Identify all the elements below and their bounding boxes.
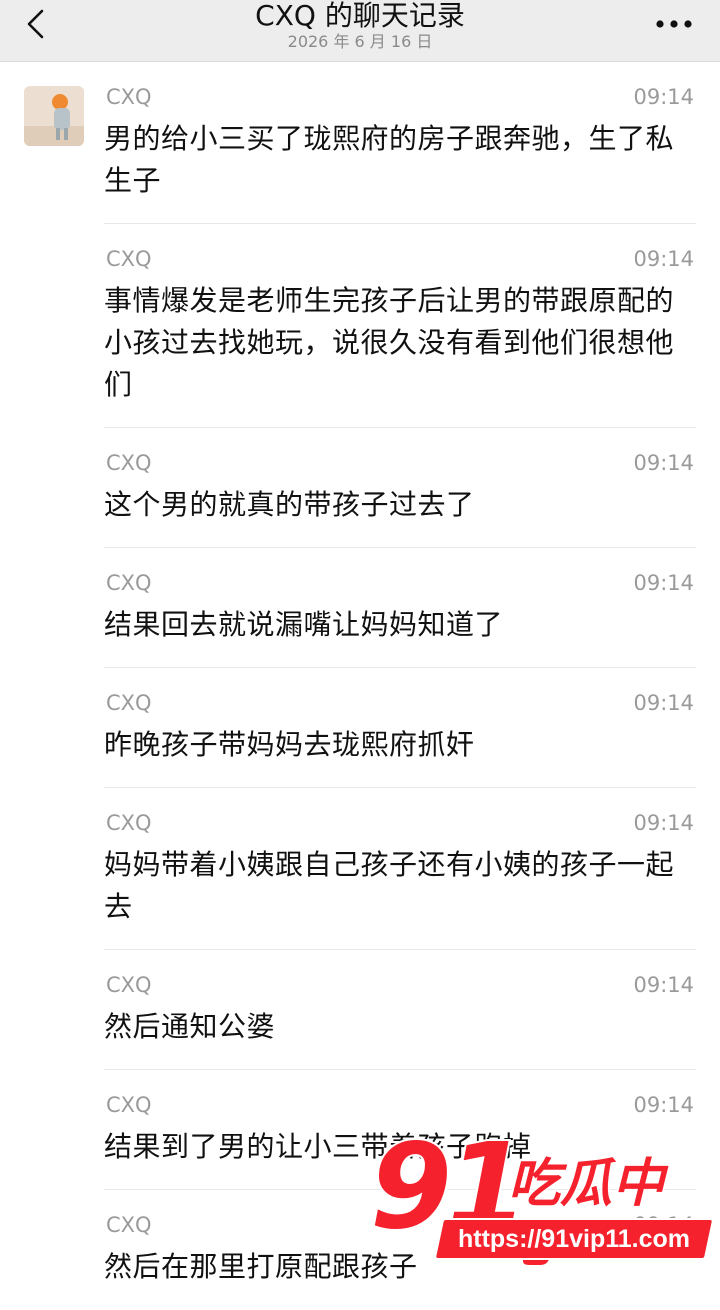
message-text: 妈妈带着小姨跟自己孩子还有小姨的孩子一起去 bbox=[104, 844, 694, 928]
watermark-url: https://91vip11.com bbox=[457, 1225, 691, 1253]
sender-name: CXQ bbox=[106, 1093, 152, 1117]
avatar-photo bbox=[24, 86, 84, 146]
page-date: 2026 年 6 月 16 日 bbox=[287, 32, 433, 51]
message-item[interactable]: CXQ 09:14 昨晚孩子带妈妈去珑熙府抓奸 bbox=[104, 668, 696, 788]
message-text: 男的给小三买了珑熙府的房子跟奔驰，生了私 生子 bbox=[104, 118, 694, 202]
message-item[interactable]: CXQ 09:14 妈妈带着小姨跟自己孩子还有小姨的孩子一起去 bbox=[104, 788, 696, 950]
sender-name: CXQ bbox=[106, 973, 152, 997]
message-line: 然后通知公婆 bbox=[104, 1010, 276, 1043]
message-line: 们 bbox=[104, 368, 133, 401]
watermark-logo: 91 吃瓜中心 https://91vip11.com bbox=[368, 1124, 715, 1276]
more-dots-icon bbox=[656, 20, 692, 28]
avatar[interactable] bbox=[24, 86, 84, 146]
more-button[interactable] bbox=[652, 8, 696, 38]
message-text: 结果回去就说漏嘴让妈妈知道了 bbox=[104, 604, 694, 646]
message-item[interactable]: CXQ 09:14 然后通知公婆 bbox=[104, 950, 696, 1070]
sender-name: CXQ bbox=[106, 1213, 152, 1237]
message-item[interactable]: CXQ 09:14 男的给小三买了珑熙府的房子跟奔驰，生了私 生子 bbox=[104, 62, 696, 224]
message-line: 这个男的就真的带孩子过去了 bbox=[104, 488, 475, 521]
sender-name: CXQ bbox=[106, 691, 152, 715]
message-line: 结果回去就说漏嘴让妈妈知道了 bbox=[104, 608, 504, 641]
message-time: 09:14 bbox=[633, 85, 694, 109]
message-line: 生子 bbox=[104, 164, 162, 197]
page-title: CXQ 的聊天记录 bbox=[255, 0, 465, 32]
message-line: 事情爆发是老师生完孩子后让男的带跟原配的 bbox=[104, 284, 675, 317]
message-time: 09:14 bbox=[633, 973, 694, 997]
message-time: 09:14 bbox=[633, 811, 694, 835]
message-line: 小孩过去找她玩，说很久没有看到他们很想他 bbox=[104, 326, 675, 359]
message-line: 去 bbox=[104, 890, 133, 923]
sender-name: CXQ bbox=[106, 571, 152, 595]
message-text: 然后通知公婆 bbox=[104, 1006, 694, 1048]
message-line: 男的给小三买了珑熙府的房子跟奔驰，生了私 bbox=[104, 122, 675, 155]
message-item[interactable]: CXQ 09:14 事情爆发是老师生完孩子后让男的带跟原配的 小孩过去找她玩，说很久没… bbox=[104, 224, 696, 428]
message-time: 09:14 bbox=[633, 571, 694, 595]
sender-name: CXQ bbox=[106, 247, 152, 271]
message-item[interactable]: CXQ 09:14 这个男的就真的带孩子过去了 bbox=[104, 428, 696, 548]
sender-name: CXQ bbox=[106, 811, 152, 835]
sender-name: CXQ bbox=[106, 85, 152, 109]
message-time: 09:14 bbox=[633, 691, 694, 715]
message-text: 这个男的就真的带孩子过去了 bbox=[104, 484, 694, 526]
message-line: 妈妈带着小姨跟自己孩子还有小姨的孩子一起 bbox=[104, 848, 675, 881]
message-text: 事情爆发是老师生完孩子后让男的带跟原配的 小孩过去找她玩，说很久没有看到他们很想他… bbox=[104, 280, 694, 406]
title-bar: CXQ 的聊天记录 2026 年 6 月 16 日 bbox=[0, 0, 720, 62]
message-time: 09:14 bbox=[633, 1093, 694, 1117]
message-line: 昨晚孩子带妈妈去珑熙府抓奸 bbox=[104, 728, 475, 761]
message-time: 09:14 bbox=[633, 247, 694, 271]
message-text: 昨晚孩子带妈妈去珑熙府抓奸 bbox=[104, 724, 694, 766]
message-time: 09:14 bbox=[633, 451, 694, 475]
sender-name: CXQ bbox=[106, 451, 152, 475]
message-item[interactable]: CXQ 09:14 结果回去就说漏嘴让妈妈知道了 bbox=[104, 548, 696, 668]
